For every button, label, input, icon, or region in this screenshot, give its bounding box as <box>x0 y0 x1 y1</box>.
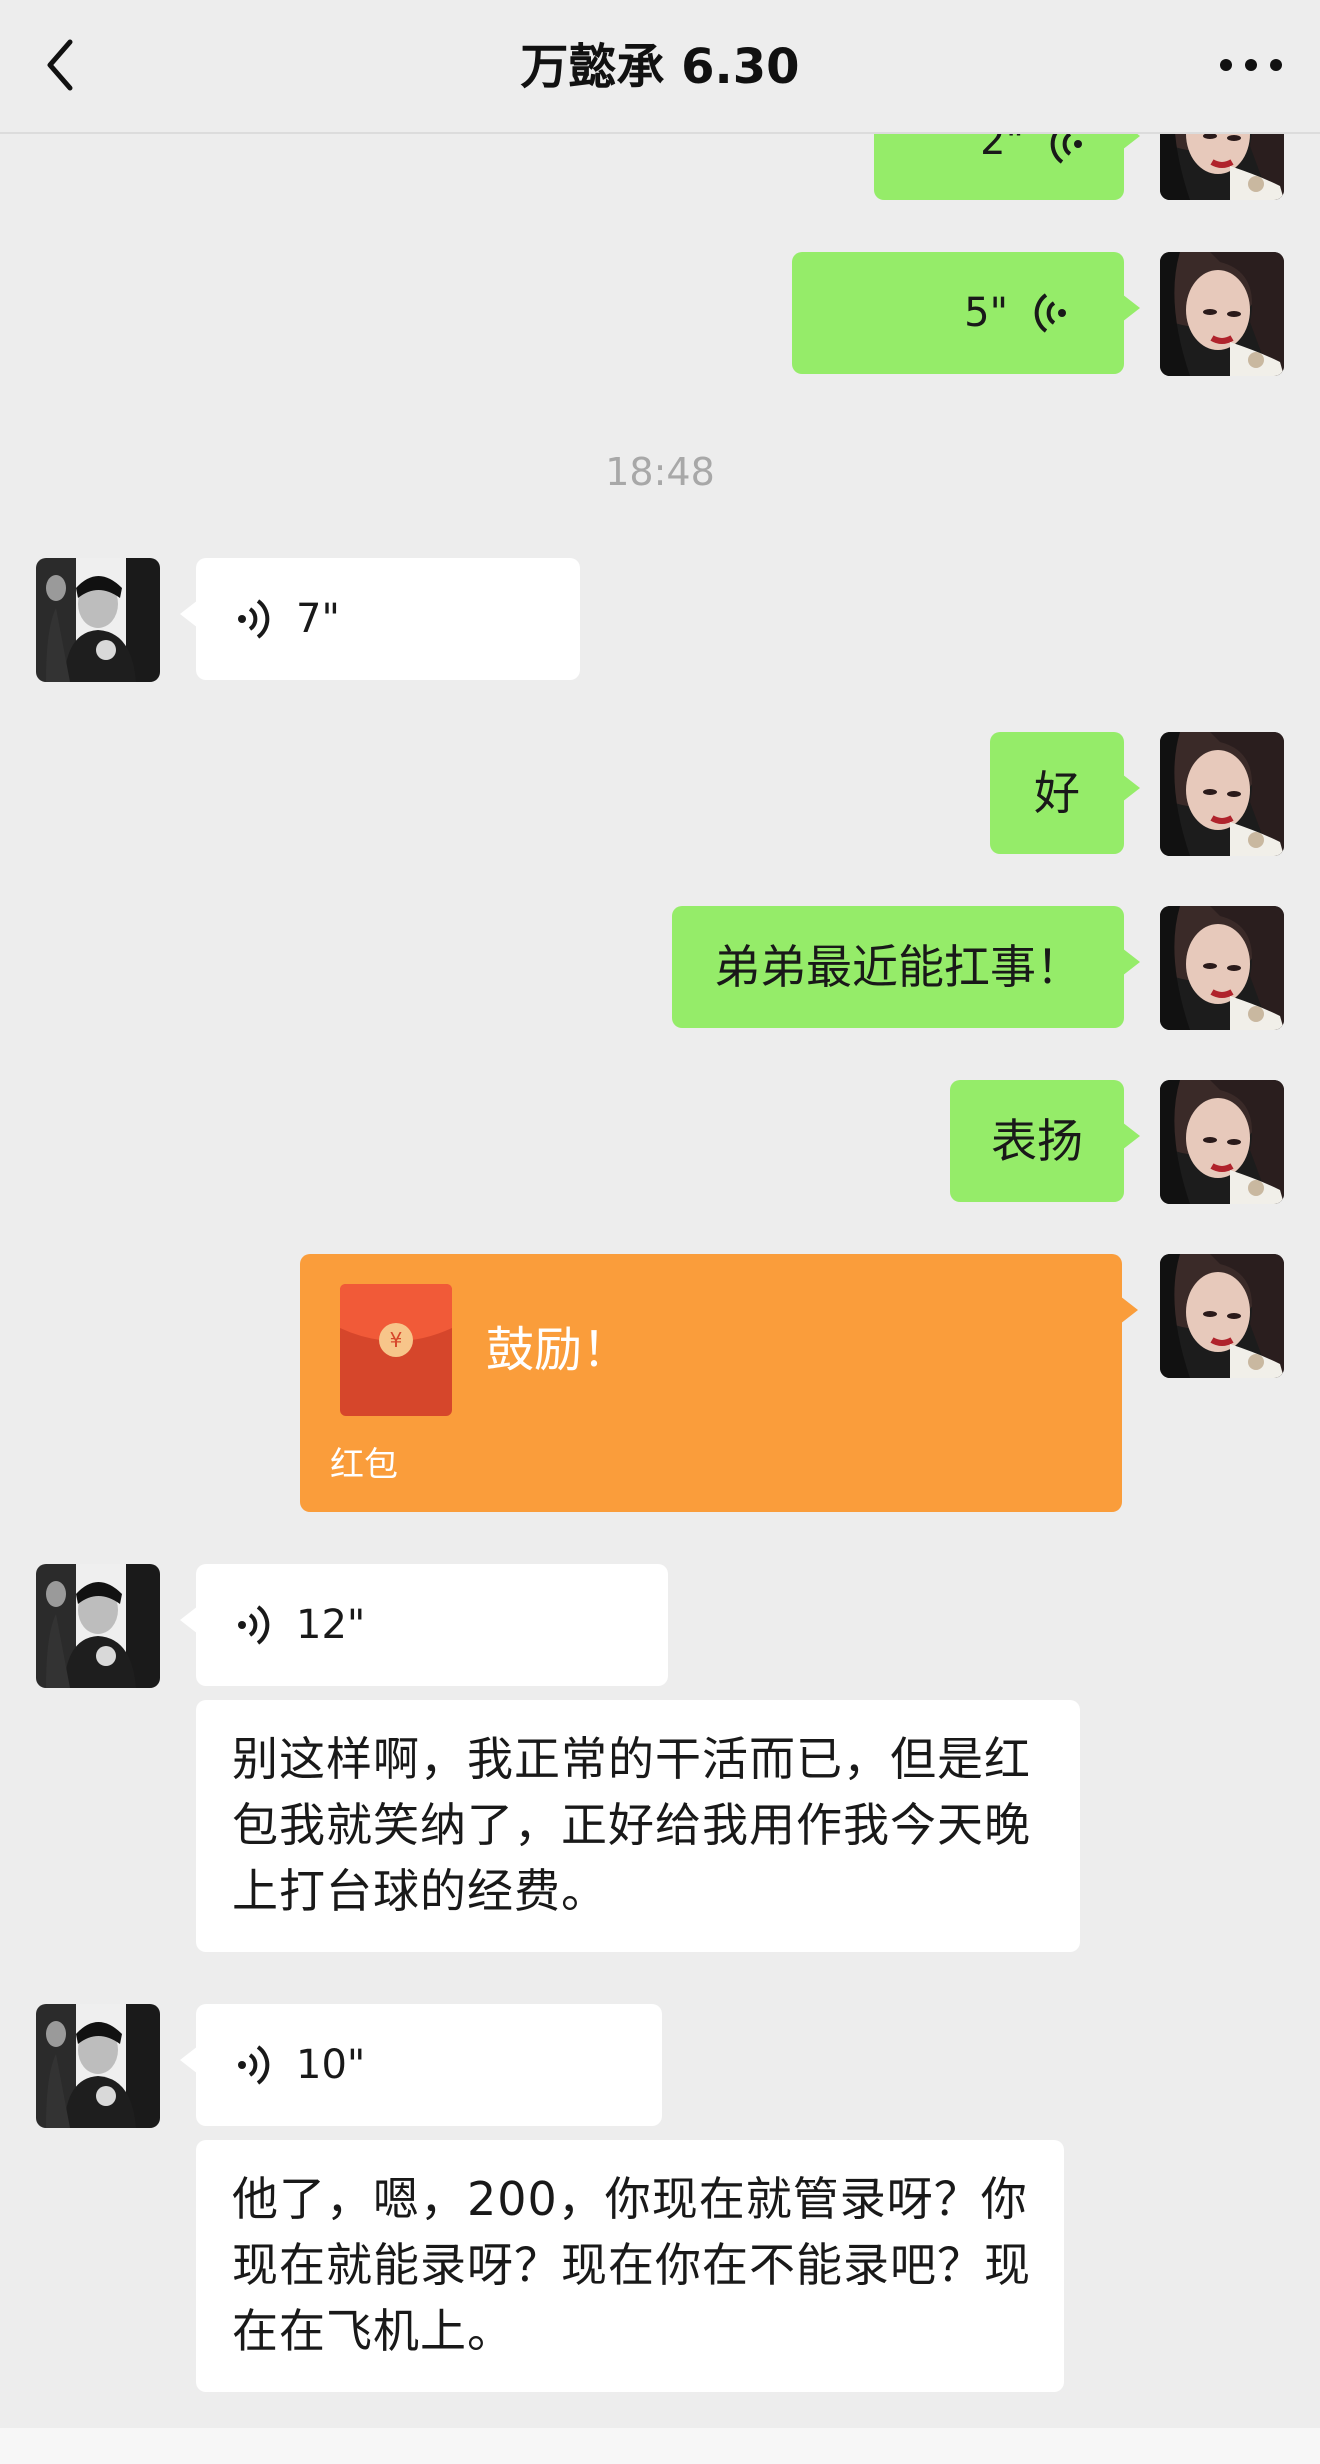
avatar-self[interactable] <box>1160 1254 1284 1378</box>
red-packet-text: 鼓励！ <box>486 1322 631 1378</box>
message-text: 弟弟最近能扛事！ <box>714 940 1082 994</box>
red-envelope-icon: ¥ <box>340 1284 452 1416</box>
voice-wave-icon <box>236 2045 270 2085</box>
voice-message-incoming[interactable]: 7" <box>180 558 580 680</box>
voice-message-incoming[interactable]: 12" <box>180 1564 668 1686</box>
voice-duration: 10" <box>296 2042 366 2088</box>
message-text: 别这样啊，我正常的干活而已，但是红包我就笑纳了，正好给我用作我今天晚上打台球的经… <box>232 1732 1031 1918</box>
message-text: 好 <box>1034 766 1080 820</box>
chat-header: 万懿承 6.30 <box>0 0 1320 134</box>
voice-wave-icon <box>236 599 270 639</box>
voice-message-incoming[interactable]: 10" <box>180 2004 662 2126</box>
voice-duration: 7" <box>296 596 340 642</box>
avatar-contact[interactable] <box>36 558 160 682</box>
text-message-outgoing[interactable]: 好 <box>990 732 1140 854</box>
message-text: 表扬 <box>991 1114 1083 1168</box>
avatar-self[interactable] <box>1160 252 1284 376</box>
avatar-self[interactable] <box>1160 1080 1284 1204</box>
avatar-contact[interactable] <box>36 1564 160 1688</box>
more-button[interactable] <box>1206 40 1296 90</box>
avatar-self[interactable] <box>1160 906 1284 1030</box>
voice-duration: 5" <box>964 290 1008 336</box>
voice-duration: 12" <box>296 1602 366 1648</box>
text-message-outgoing[interactable]: 表扬 <box>950 1080 1140 1202</box>
message-timestamp: 18:48 <box>605 450 715 494</box>
voice-message-outgoing[interactable]: 5" <box>792 252 1140 374</box>
more-dots-icon <box>1220 59 1282 71</box>
avatar-contact[interactable] <box>36 2004 160 2128</box>
text-message-outgoing[interactable]: 弟弟最近能扛事！ <box>672 906 1140 1028</box>
chat-title: 万懿承 6.30 <box>520 39 800 95</box>
red-packet-message[interactable]: ¥ 鼓励！ 红包 <box>300 1254 1138 1512</box>
avatar-self[interactable] <box>1160 732 1284 856</box>
input-bar[interactable] <box>0 2428 1320 2464</box>
svg-text:¥: ¥ <box>390 1328 403 1352</box>
message-text: 他了，嗯，200，你现在就管录呀？你现在就能录呀？现在你在不能录吧？现在在飞机上… <box>232 2172 1031 2358</box>
voice-wave-icon <box>1034 293 1068 333</box>
red-packet-label: 红包 <box>330 1445 398 1485</box>
voice-wave-icon <box>236 1605 270 1645</box>
